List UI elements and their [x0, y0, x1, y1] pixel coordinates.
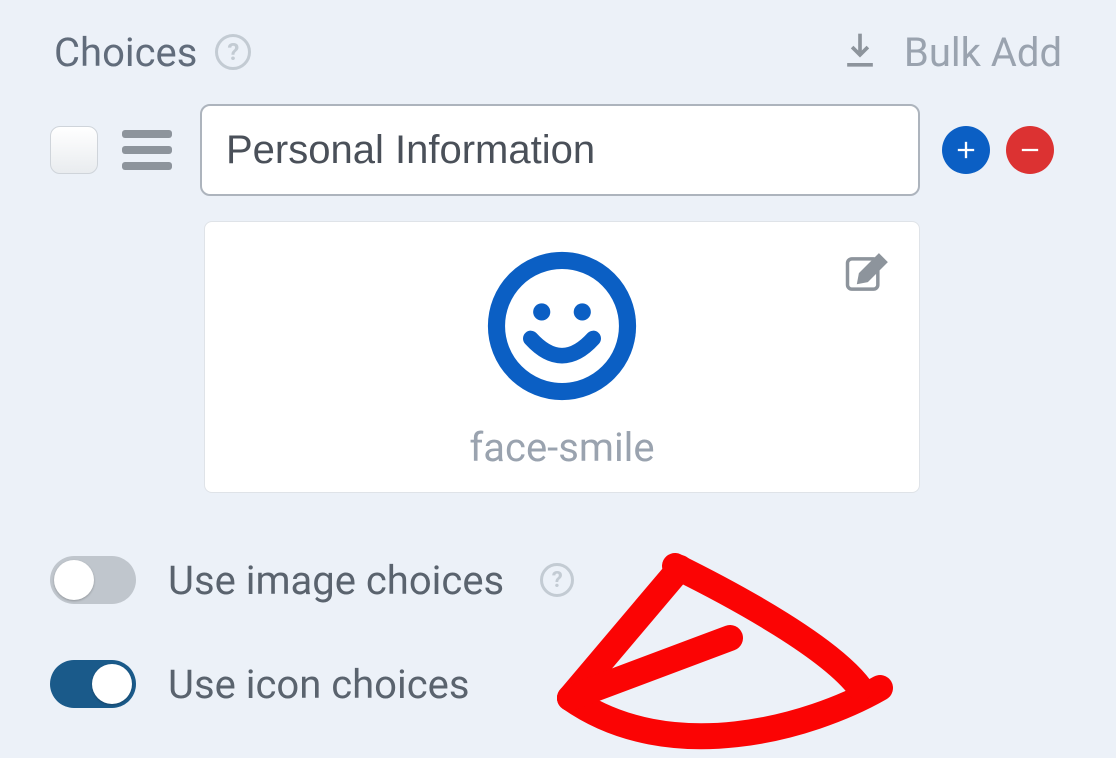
download-icon	[838, 30, 882, 74]
use-icon-choices-toggle[interactable]	[50, 660, 136, 708]
use-icon-choices-label: Use icon choices	[168, 661, 470, 708]
help-icon[interactable]: ?	[540, 563, 574, 597]
pencil-square-icon	[841, 248, 893, 300]
use-image-choices-label: Use image choices	[168, 557, 504, 604]
edit-icon-button[interactable]	[841, 248, 893, 300]
drag-handle-icon[interactable]	[122, 130, 172, 170]
plus-icon	[952, 136, 980, 164]
use-image-choices-toggle[interactable]	[50, 556, 136, 604]
choice-default-checkbox[interactable]	[50, 126, 98, 174]
annotation-arrow-icon	[510, 528, 1030, 758]
choice-row-actions	[942, 126, 1054, 174]
choices-label: Choices	[54, 29, 197, 76]
choices-header: Choices ? Bulk Add	[54, 22, 1062, 82]
add-choice-button[interactable]	[942, 126, 990, 174]
choice-row	[50, 110, 1062, 190]
use-icon-choices-row: Use icon choices	[50, 660, 470, 708]
bulk-add-label: Bulk Add	[904, 29, 1062, 76]
bulk-add-button[interactable]: Bulk Add	[838, 29, 1062, 76]
icon-name-label: face-smile	[469, 424, 654, 471]
icon-preview-card: face-smile	[204, 221, 920, 493]
remove-choice-button[interactable]	[1006, 126, 1054, 174]
help-icon[interactable]: ?	[215, 34, 251, 70]
face-smile-icon	[484, 248, 640, 408]
choice-label-input[interactable]	[200, 104, 920, 196]
minus-icon	[1016, 136, 1044, 164]
use-image-choices-row: Use image choices ?	[50, 556, 574, 604]
